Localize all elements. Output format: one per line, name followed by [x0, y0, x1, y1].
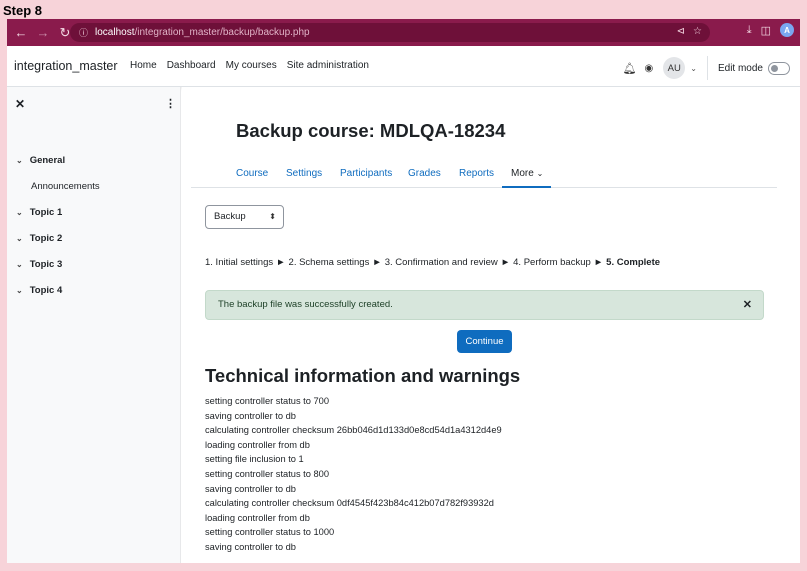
forward-icon[interactable]: →: [33, 23, 53, 43]
main-content: Backup course: MDLQA-18234 Course Settin…: [182, 87, 800, 563]
progress-separator: ►: [276, 257, 286, 268]
section-general[interactable]: ⌄ General: [16, 155, 65, 166]
tab-participants[interactable]: Participants: [340, 168, 392, 194]
section-label: General: [29, 155, 66, 166]
log-line: loading controller from db: [205, 439, 310, 450]
activity-announcements[interactable]: Announcements: [31, 181, 100, 192]
chevron-down-icon[interactable]: ⌄: [690, 64, 697, 73]
primary-navigation: Home Dashboard My courses Site administr…: [130, 60, 369, 71]
section-label: Topic 4: [29, 285, 63, 296]
section-topic-2[interactable]: ⌄ Topic 2: [16, 233, 62, 244]
backup-action-select[interactable]: Backup ⬍: [205, 205, 284, 229]
edit-mode-toggle[interactable]: [768, 61, 790, 75]
url-path: /integration_master/backup/backup.php: [134, 27, 310, 38]
tab-grades[interactable]: Grades: [408, 168, 441, 194]
log-line: setting controller status to 700: [205, 396, 330, 406]
edit-mode-label: Edit mode: [717, 62, 763, 74]
log-line: calculating controller checksum 0df4545f…: [205, 498, 494, 509]
log-line: setting controller status to 1000: [205, 527, 335, 538]
log-line: saving controller to db: [205, 410, 296, 421]
site-navbar: integration_master Home Dashboard My cou…: [7, 46, 800, 87]
alert-text: The backup file was successfully created…: [218, 299, 393, 310]
log-line: saving controller to db: [205, 541, 296, 552]
nav-my-courses[interactable]: My courses: [226, 60, 277, 71]
log-line: saving controller to db: [205, 483, 296, 494]
progress-separator: ►: [593, 257, 604, 268]
log-line: setting file inclusion to 1: [205, 454, 304, 465]
browser-toolbar: ← → ↻ ⓘ localhost/integration_master/bac…: [7, 19, 800, 46]
chevron-down-icon[interactable]: ⌄: [16, 156, 23, 165]
navbar-divider: [706, 56, 708, 80]
secondary-navigation: Course Settings Participants Grades Repo…: [191, 162, 777, 188]
close-icon[interactable]: ✕: [743, 291, 752, 319]
select-value: Backup: [214, 211, 246, 222]
tab-settings[interactable]: Settings: [286, 168, 322, 194]
page-title: Backup course: MDLQA-18234: [236, 120, 506, 141]
section-topic-1[interactable]: ⌄ Topic 1: [16, 207, 62, 218]
log-line: loading controller from db: [205, 512, 310, 523]
nav-home[interactable]: Home: [130, 60, 157, 71]
progress-step-1: 1. Initial settings: [205, 257, 274, 268]
bookmark-star-icon[interactable]: ☆: [693, 26, 702, 37]
address-bar[interactable]: ⓘ localhost/integration_master/backup/ba…: [70, 23, 710, 42]
section-topic-3[interactable]: ⌄ Topic 3: [16, 259, 62, 270]
log-line: setting controller status to 800: [205, 468, 330, 479]
progress-step-3: 3. Confirmation and review: [384, 257, 498, 268]
tab-more-label: More: [511, 168, 534, 179]
section-label: Topic 2: [29, 233, 63, 244]
close-icon[interactable]: ✕: [15, 97, 25, 111]
browser-window: ← → ↻ ⓘ localhost/integration_master/bac…: [7, 19, 800, 563]
chevron-down-icon[interactable]: ⌄: [16, 208, 23, 217]
tab-course[interactable]: Course: [236, 168, 268, 194]
progress-step-4: 4. Perform backup: [513, 257, 591, 268]
chevron-down-icon[interactable]: ⌄: [16, 260, 23, 269]
success-alert: The backup file was successfully created…: [205, 290, 764, 320]
profile-avatar[interactable]: A: [780, 23, 794, 37]
user-avatar[interactable]: AU: [663, 57, 686, 79]
continue-button[interactable]: Continue: [457, 330, 512, 353]
section-label: Topic 3: [29, 259, 63, 270]
nav-dashboard[interactable]: Dashboard: [167, 60, 216, 71]
site-info-icon[interactable]: ⓘ: [79, 26, 88, 39]
download-icon[interactable]: ⤓: [747, 24, 752, 37]
log-line: calculating controller checksum 26bb046d…: [205, 425, 502, 436]
site-brand[interactable]: integration_master: [14, 59, 118, 73]
technical-info-heading: Technical information and warnings: [205, 365, 521, 386]
course-index-drawer: ✕ ⋮ ⌄ General Announcements ⌄ Topic 1 ⌄ …: [7, 87, 181, 563]
share-icon[interactable]: ⊲: [677, 26, 685, 37]
chevron-down-icon[interactable]: ⌄: [16, 286, 23, 295]
chevron-down-icon: ⌄: [536, 169, 544, 178]
chevron-down-icon[interactable]: ⌄: [16, 234, 23, 243]
messages-chat-icon[interactable]: ◉: [645, 63, 654, 74]
section-label: Topic 1: [29, 207, 63, 218]
toggle-knob: [771, 64, 778, 72]
side-panel-icon[interactable]: ◫: [761, 24, 771, 37]
kebab-menu-icon[interactable]: ⋮: [165, 97, 176, 110]
progress-step-5: 5. Complete: [606, 257, 661, 268]
nav-site-administration[interactable]: Site administration: [287, 60, 369, 71]
notifications-bell-icon[interactable]: 🔔︎: [623, 62, 637, 75]
url-host: localhost: [95, 27, 135, 38]
progress-separator: ►: [500, 257, 511, 268]
select-arrows-icon: ⬍: [269, 212, 276, 221]
step-label: Step 8: [3, 3, 43, 18]
tab-reports[interactable]: Reports: [459, 168, 494, 194]
technical-log: setting controller status to 700 saving …: [205, 394, 502, 555]
back-icon[interactable]: ←: [11, 23, 31, 43]
section-topic-4[interactable]: ⌄ Topic 4: [16, 285, 62, 296]
progress-separator: ►: [372, 257, 382, 268]
backup-progress: 1. Initial settings ► 2. Schema settings…: [205, 257, 660, 268]
tab-more[interactable]: More ⌄: [502, 162, 551, 188]
progress-step-2: 2. Schema settings: [288, 257, 370, 268]
